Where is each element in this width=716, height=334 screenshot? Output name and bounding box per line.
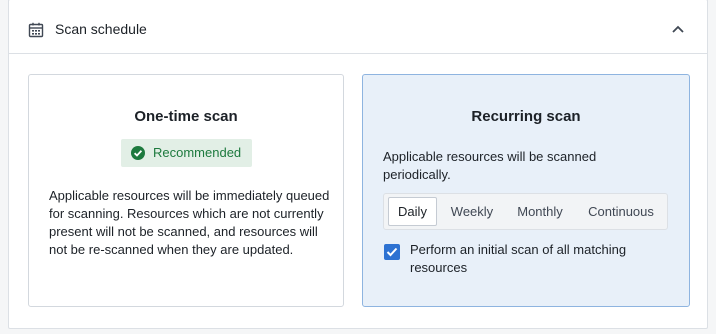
section-title: Scan schedule: [55, 21, 147, 37]
recommended-badge-label: Recommended: [153, 145, 242, 160]
frequency-option-daily[interactable]: Daily: [388, 197, 437, 226]
checkmark-icon: [386, 247, 398, 257]
chevron-up-icon[interactable]: [671, 24, 685, 34]
recommended-badge: Recommended: [121, 139, 252, 167]
calendar-icon: [28, 22, 44, 38]
recurring-scan-title: Recurring scan: [471, 108, 581, 125]
frequency-option-monthly[interactable]: Monthly: [508, 197, 572, 226]
frequency-option-weekly[interactable]: Weekly: [443, 197, 501, 226]
scan-schedule-header[interactable]: Scan schedule: [9, 0, 707, 54]
scan-schedule-panel: Scan schedule One-time scan Recommended …: [8, 0, 708, 329]
initial-scan-checkbox[interactable]: [384, 244, 400, 260]
recurring-scan-card[interactable]: Recurring scan Applicable resources will…: [362, 74, 690, 307]
initial-scan-label[interactable]: Perform an initial scan of all matching …: [410, 241, 650, 277]
recurring-scan-description: Applicable resources will be scanned per…: [383, 149, 597, 182]
frequency-option-continuous[interactable]: Continuous: [578, 197, 664, 226]
one-time-scan-title: One-time scan: [134, 108, 238, 125]
check-circle-icon: [131, 146, 145, 160]
one-time-scan-description: Applicable resources will be immediately…: [49, 188, 330, 257]
frequency-selector: Daily Weekly Monthly Continuous: [383, 193, 668, 230]
one-time-scan-card[interactable]: One-time scan Recommended Applicable res…: [28, 74, 344, 307]
